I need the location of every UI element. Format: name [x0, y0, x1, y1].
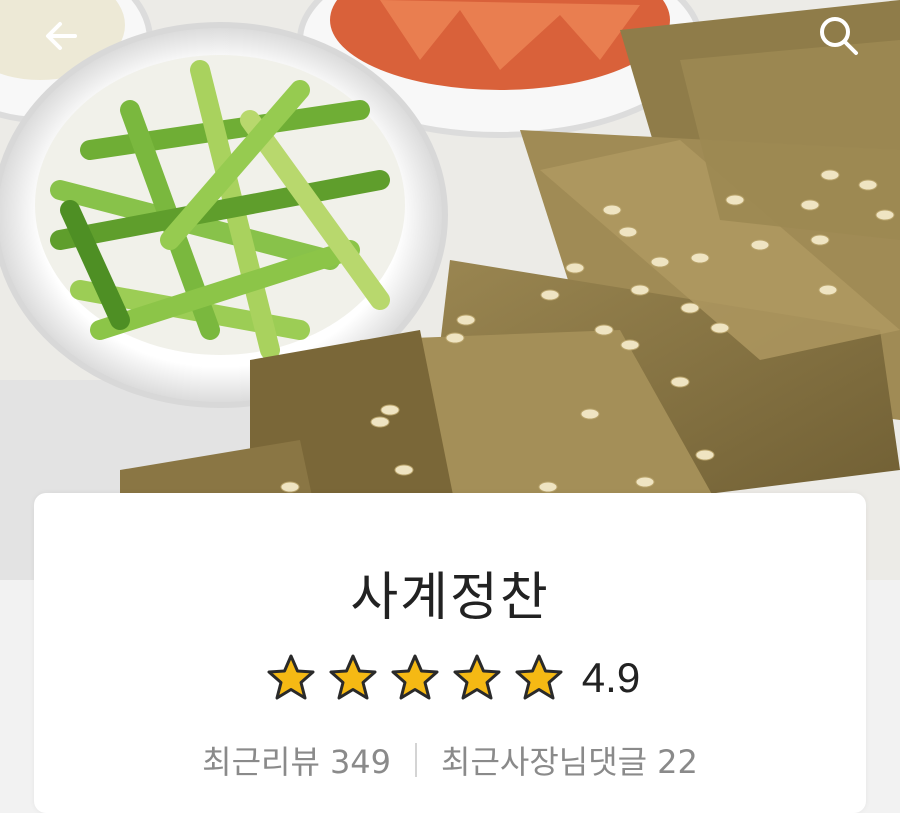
recent-reviews-count: 349 [329, 743, 392, 781]
back-button[interactable] [37, 12, 85, 60]
recent-reviews-label: 최근리뷰 [202, 743, 320, 781]
star-icon [515, 654, 563, 700]
star-icon [267, 654, 315, 700]
arrow-left-icon [46, 22, 77, 50]
store-name: 사계정찬 [350, 568, 550, 628]
owner-replies-count: 22 [657, 743, 698, 781]
recent-reviews-link[interactable]: 최근리뷰 349 [202, 737, 391, 783]
search-icon [820, 17, 858, 55]
divider [415, 743, 418, 777]
star-icon [453, 654, 501, 700]
search-button[interactable] [815, 12, 863, 60]
star-icon [391, 654, 439, 700]
owner-replies-label: 최근사장님댓글 [441, 743, 648, 781]
rating-value: 4.9 [581, 654, 641, 701]
review-stats-row: 최근리뷰 349 최근사장님댓글 22 [34, 737, 866, 783]
rating-row[interactable]: 4.9 [34, 653, 866, 703]
store-info-card: 사계정찬 4.9 최근리뷰 349 최근사장님댓글 22 [34, 493, 866, 813]
star-icon [329, 654, 377, 700]
owner-replies-link[interactable]: 최근사장님댓글 22 [441, 737, 698, 783]
